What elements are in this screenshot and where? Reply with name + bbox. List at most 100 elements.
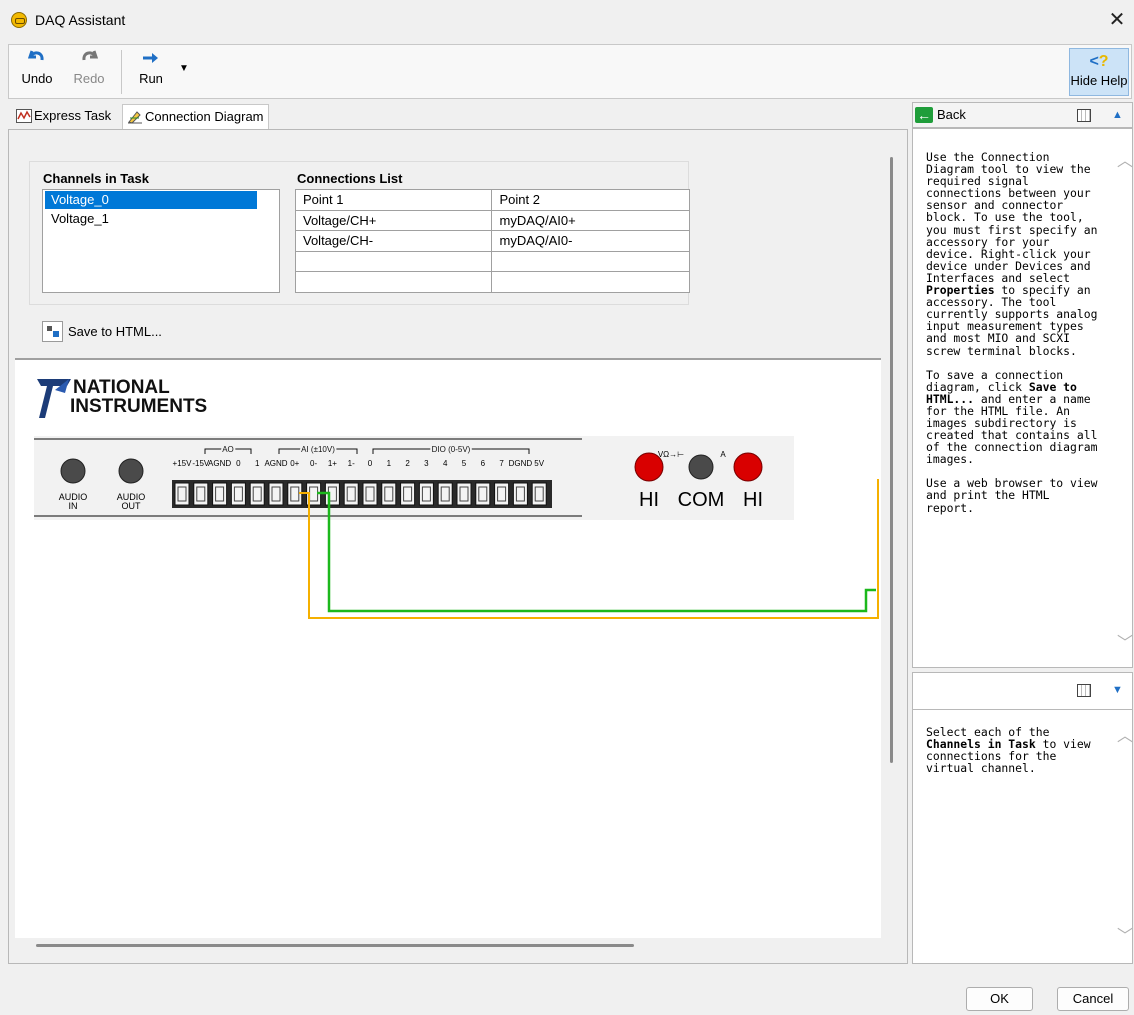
- audio-in-label-2: IN: [69, 501, 78, 511]
- run-arrow-icon: [131, 49, 171, 71]
- pin-label: 0-: [310, 459, 317, 468]
- screw-terminal: [456, 482, 472, 506]
- screw-terminal: [268, 482, 284, 506]
- help-text: Use the Connection Diagram tool to view …: [926, 151, 1104, 526]
- undo-label: Undo: [21, 71, 53, 86]
- screw-terminal: [512, 482, 528, 506]
- title-bar: DAQ Assistant ✕: [0, 0, 1134, 40]
- ni-logo-line2: INSTRUMENTS: [70, 396, 207, 417]
- redo-icon: [65, 49, 113, 71]
- pin-label: 5: [462, 459, 467, 468]
- hide-help-label: Hide Help: [1070, 73, 1128, 88]
- ni-logo-line1: NATIONAL: [73, 377, 170, 398]
- tab-connection-diagram-label: Connection Diagram: [145, 109, 264, 124]
- screw-terminal: [174, 482, 190, 506]
- back-label: Back: [937, 107, 966, 122]
- pin-label: DGND: [509, 459, 533, 468]
- pin-label: 3: [424, 459, 429, 468]
- table-cell: [491, 271, 690, 293]
- help-scroll-up-icon[interactable]: ︿: [1117, 147, 1133, 171]
- audio-in-jack: [60, 458, 86, 484]
- dmm-hi-left-label: HI: [639, 489, 659, 511]
- table-cell: Voltage/CH+: [294, 209, 493, 232]
- screw-terminal: [212, 482, 228, 506]
- dmm-voltage-hi-jack: [634, 452, 664, 482]
- pin-label: 1-: [348, 459, 355, 468]
- horizontal-scrollbar[interactable]: [36, 944, 634, 947]
- help-para1-text: Use the Connection Diagram tool to view …: [926, 150, 1098, 285]
- context-scroll-up-icon[interactable]: ︿: [1117, 722, 1133, 746]
- pin-label: 1+: [328, 459, 337, 468]
- run-button[interactable]: Run: [131, 49, 171, 86]
- pin-label: 7: [499, 459, 504, 468]
- screw-terminal: [475, 482, 491, 506]
- help-pane-layout-icon[interactable]: [1077, 109, 1091, 122]
- window-title: DAQ Assistant: [35, 12, 126, 28]
- table-cell: [491, 250, 690, 273]
- dmm-voltage-symbol-label: VΩ→⊢: [658, 450, 684, 459]
- context-help-header: ▼: [912, 672, 1133, 710]
- channels-list[interactable]: Voltage_0 Voltage_1: [42, 189, 280, 293]
- connections-heading: Connections List: [297, 171, 403, 186]
- table-header-row: Point 1 Point 2: [294, 189, 690, 211]
- pin-label: 5V: [534, 459, 544, 468]
- tab-connection-diagram[interactable]: Connection Diagram: [122, 104, 269, 130]
- hide-help-button[interactable]: <? Hide Help: [1069, 48, 1129, 96]
- help-scroll-down-icon[interactable]: ﹀: [1117, 629, 1133, 653]
- national-instruments-logo: NATIONAL INSTRUMENTS: [37, 377, 207, 418]
- screw-terminal: [531, 482, 547, 506]
- column-header-point-2: Point 2: [491, 189, 690, 211]
- context-help-text: Select each of the Channels in Task to v…: [926, 726, 1104, 774]
- channel-item-voltage-1[interactable]: Voltage_1: [45, 210, 257, 228]
- undo-button[interactable]: Undo: [13, 49, 61, 86]
- pin-label: +15V: [173, 459, 193, 468]
- tab-express-task[interactable]: Express Task: [12, 104, 115, 130]
- dmm-current-symbol-label: A: [720, 450, 726, 459]
- audio-out-label-2: OUT: [122, 501, 142, 511]
- pin-label: 0: [368, 459, 373, 468]
- redo-label: Redo: [73, 71, 105, 86]
- help-para3-text: Use a web browser to view and print the …: [926, 476, 1098, 515]
- table-cell: Voltage/CH-: [294, 230, 493, 252]
- dmm-com-label: COM: [678, 489, 725, 511]
- pin-label: 0+: [290, 459, 299, 468]
- screw-terminal: [400, 482, 416, 506]
- table-row: Voltage/CH- myDAQ/AI0-: [294, 230, 690, 252]
- back-arrow-icon: ←: [915, 107, 933, 123]
- dmm-current-hi-jack: [733, 452, 763, 482]
- screw-terminal: [249, 482, 265, 506]
- table-cell: myDAQ/AI0+: [491, 209, 690, 232]
- screw-terminal: [230, 482, 246, 506]
- pin-label: AGND: [264, 459, 287, 468]
- pin-label: 2: [405, 459, 410, 468]
- back-button[interactable]: ← Back: [915, 106, 966, 124]
- dmm-hi-right-label: HI: [743, 489, 763, 511]
- pin-label: 4: [443, 459, 448, 468]
- screw-terminal: [362, 482, 378, 506]
- screw-terminal: [381, 482, 397, 506]
- pin-label: 0: [236, 459, 241, 468]
- run-dropdown-chevron-icon[interactable]: ▼: [179, 63, 189, 74]
- ok-button[interactable]: OK: [966, 987, 1033, 1011]
- table-row: [294, 271, 690, 293]
- redo-button[interactable]: Redo: [65, 49, 113, 86]
- screw-terminal: [494, 482, 510, 506]
- save-to-html-button[interactable]: Save to HTML...: [42, 320, 162, 344]
- daq-assistant-app-icon: [11, 12, 27, 28]
- table-cell: myDAQ/AI0-: [491, 230, 690, 252]
- screw-terminal: [193, 482, 209, 506]
- cancel-button[interactable]: Cancel: [1057, 987, 1129, 1011]
- context-pane-layout-icon[interactable]: [1077, 684, 1091, 697]
- save-html-icon: [42, 321, 63, 342]
- expand-chevron-down-icon[interactable]: ▼: [1112, 684, 1123, 696]
- help-content: Use the Connection Diagram tool to view …: [912, 128, 1133, 668]
- collapse-chevron-up-icon[interactable]: ▲: [1112, 109, 1123, 121]
- audio-out-jack: [118, 458, 144, 484]
- close-icon[interactable]: ✕: [1106, 8, 1128, 32]
- group-label-ao: AO: [222, 445, 234, 454]
- table-cell: [294, 250, 493, 273]
- context-scroll-down-icon[interactable]: ﹀: [1117, 922, 1133, 946]
- vertical-scrollbar[interactable]: [890, 157, 893, 763]
- toolbar-separator: [121, 50, 122, 94]
- channel-item-voltage-0[interactable]: Voltage_0: [45, 191, 257, 209]
